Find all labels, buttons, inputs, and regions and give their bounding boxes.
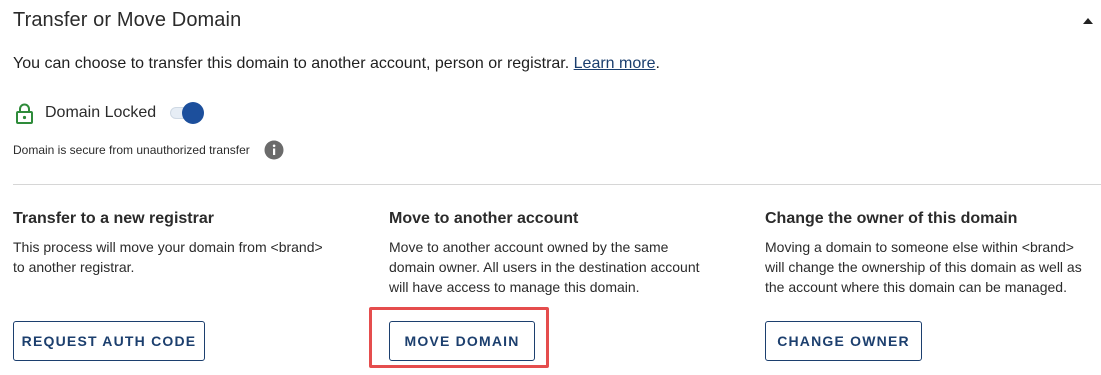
transfer-registrar-option: Transfer to a new registrar This process… (13, 209, 353, 277)
description-text: You can choose to transfer this domain t… (13, 55, 570, 72)
option-body: Move to another account owned by the sam… (389, 239, 700, 295)
domain-locked-label: Domain Locked (45, 104, 157, 121)
domain-lock-row: Domain Locked (16, 101, 205, 125)
option-body: Moving a domain to someone else within <… (765, 239, 1082, 295)
change-owner-button[interactable]: CHANGE OWNER (765, 321, 922, 361)
padlock-icon (16, 103, 33, 124)
request-auth-code-button[interactable]: REQUEST AUTH CODE (13, 321, 205, 361)
section-title: Transfer or Move Domain (13, 9, 242, 31)
section-divider (13, 184, 1101, 185)
caret-up-icon[interactable] (1081, 16, 1095, 26)
option-title: Move to another account (389, 210, 579, 227)
section-description: You can choose to transfer this domain t… (13, 55, 660, 73)
move-domain-highlight (369, 307, 549, 368)
option-title: Transfer to a new registrar (13, 210, 214, 227)
option-title: Change the owner of this domain (765, 210, 1018, 227)
change-owner-option: Change the owner of this domain Moving a… (765, 209, 1101, 297)
move-account-option: Move to another account Move to another … (389, 209, 729, 297)
secure-row: Domain is secure from unauthorized trans… (13, 139, 284, 161)
learn-more-link[interactable]: Learn more (574, 55, 656, 72)
description-period: . (655, 55, 660, 72)
toggle-knob (182, 102, 205, 124)
domain-lock-toggle[interactable] (168, 102, 205, 124)
option-body: This process will move your domain from … (13, 239, 323, 275)
secure-text: Domain is secure from unauthorized trans… (13, 143, 250, 157)
info-icon[interactable] (264, 140, 284, 160)
